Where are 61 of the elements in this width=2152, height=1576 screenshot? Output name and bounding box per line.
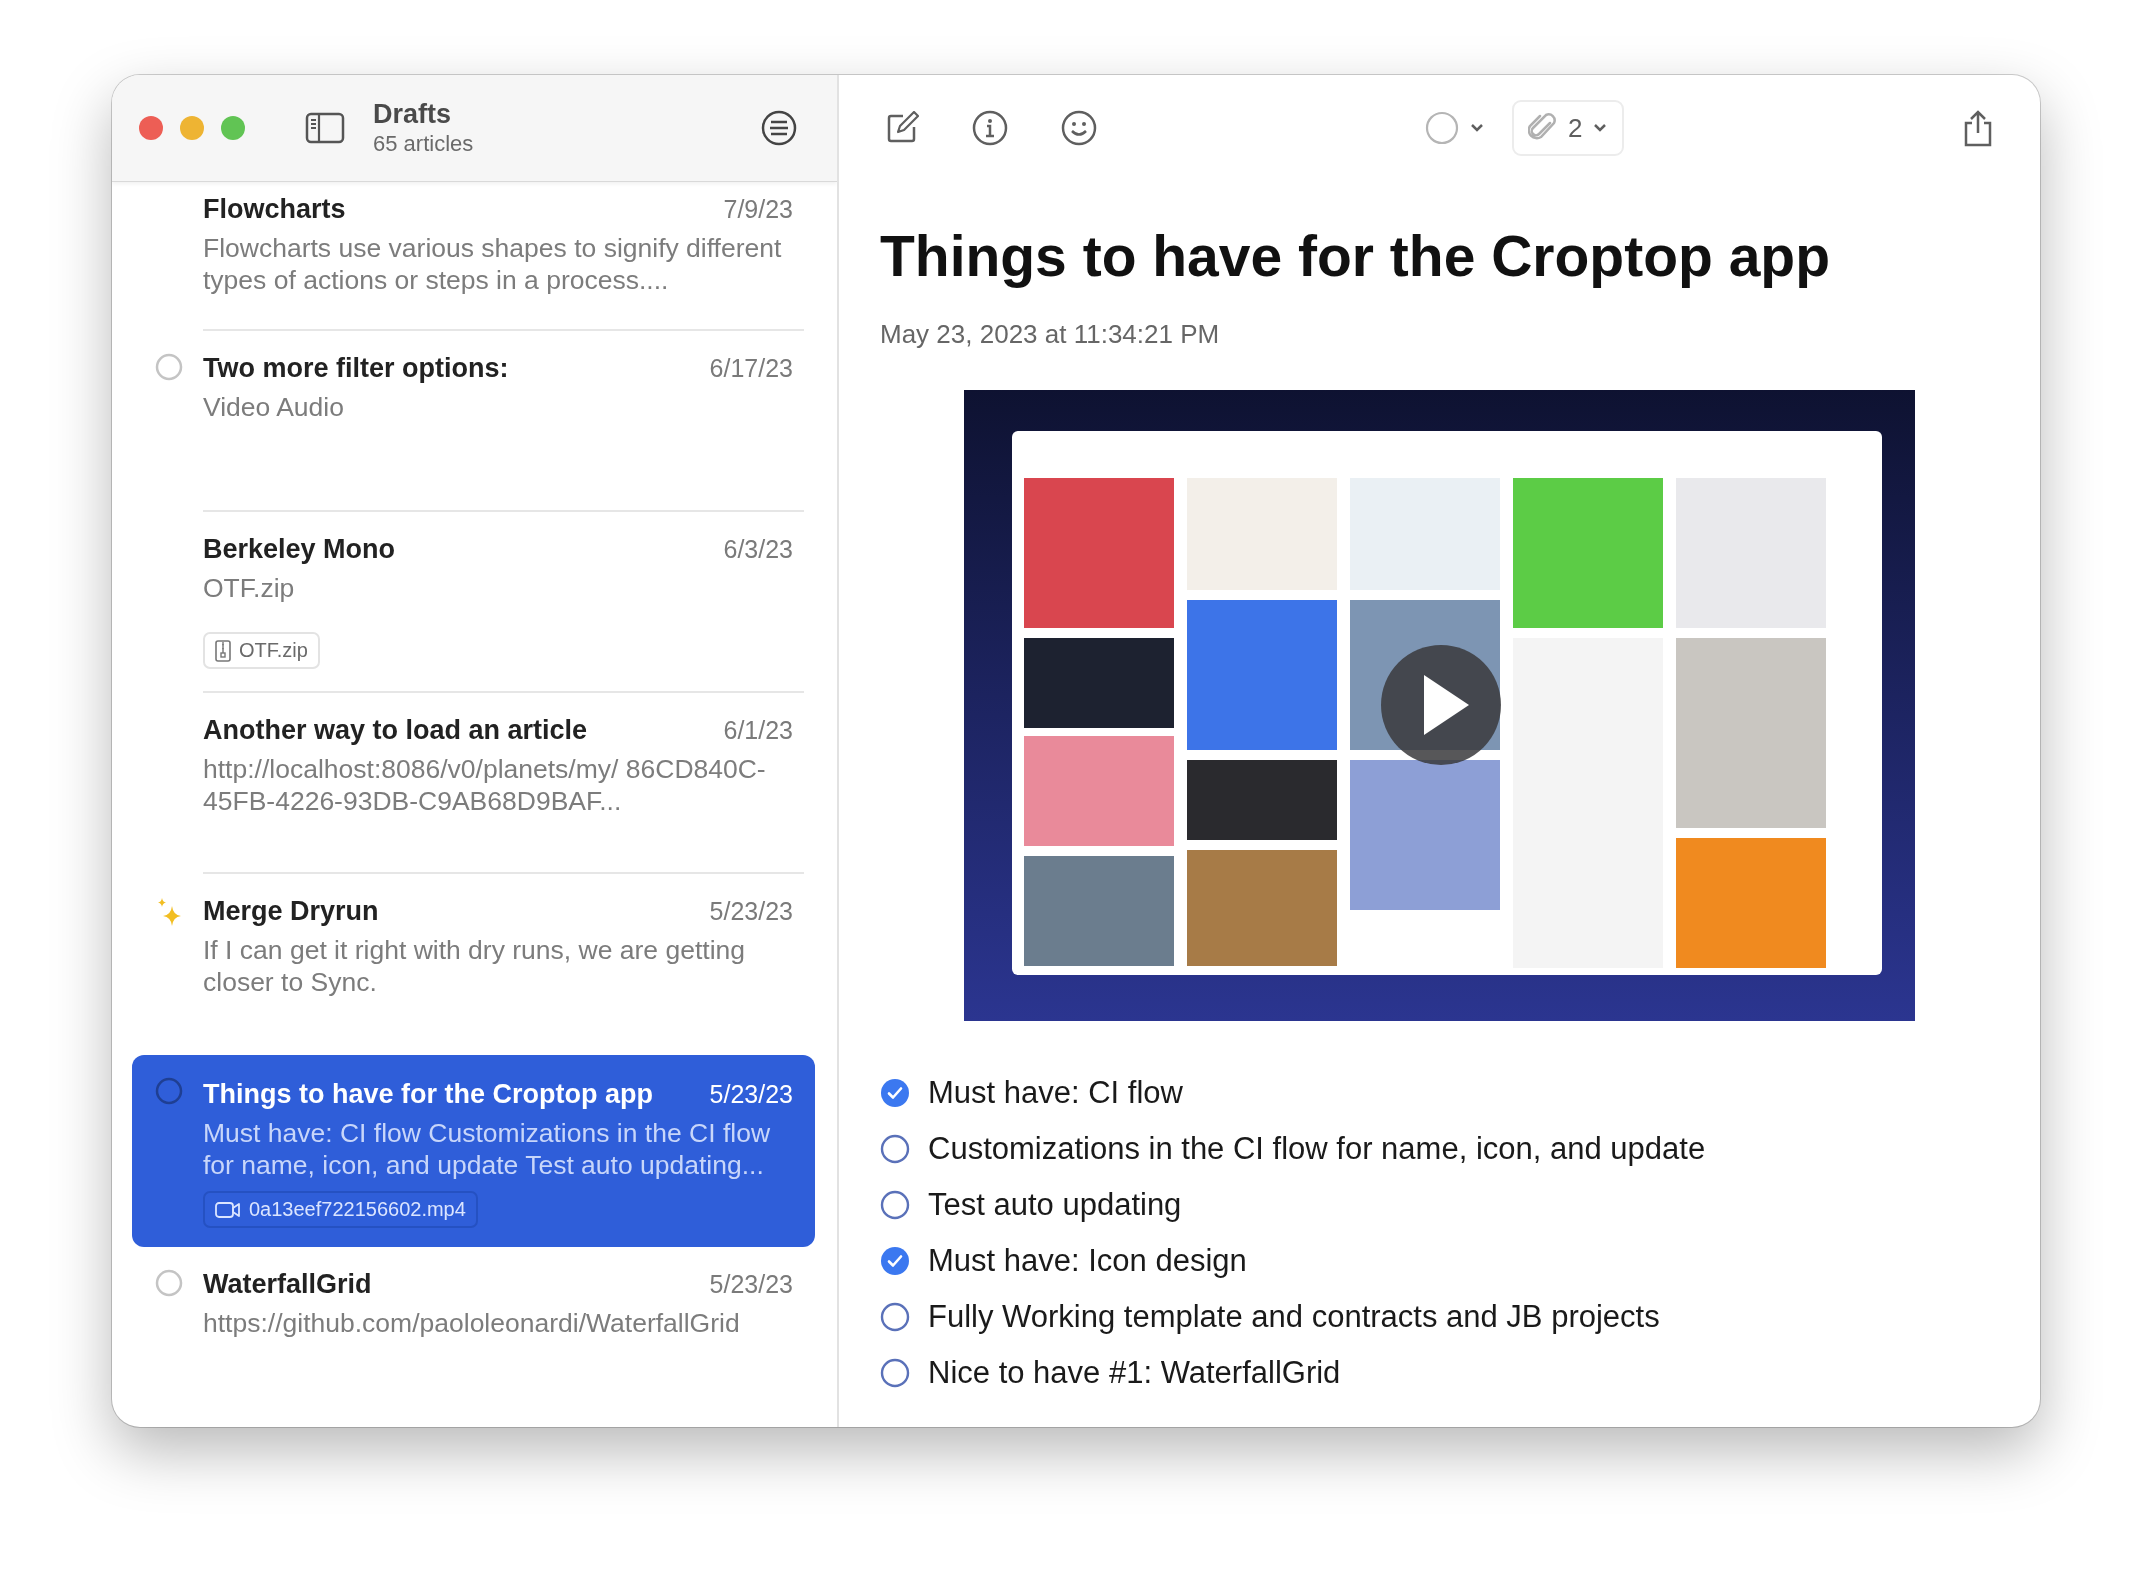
zip-file-icon bbox=[215, 639, 231, 662]
article-date: 5/23/23 bbox=[709, 1270, 793, 1299]
smiley-icon[interactable] bbox=[1061, 110, 1097, 146]
attachment-chip[interactable]: 0a13eef722156602.mp4 bbox=[203, 1191, 478, 1228]
article-heading: Things to have for the Croptop app bbox=[880, 223, 1831, 289]
checkbox[interactable] bbox=[880, 1190, 910, 1220]
checklist-item: Test auto updating bbox=[928, 1187, 1182, 1223]
checkbox[interactable] bbox=[880, 1358, 910, 1388]
article-title: WaterfallGrid bbox=[203, 1268, 372, 1301]
close-button[interactable] bbox=[139, 116, 163, 140]
chevron-down-icon bbox=[1469, 122, 1485, 134]
attachment-name: 0a13eef722156602.mp4 bbox=[249, 1198, 466, 1221]
checkbox[interactable] bbox=[880, 1078, 910, 1108]
article-title: Things to have for the Croptop app bbox=[203, 1078, 653, 1111]
checkbox[interactable] bbox=[880, 1246, 910, 1276]
checklist-item: Must have: Icon design bbox=[928, 1243, 1247, 1279]
article-date: 5/23/23 bbox=[709, 1080, 793, 1109]
attachment-name: OTF.zip bbox=[239, 639, 308, 662]
menu-icon[interactable] bbox=[761, 110, 797, 146]
article-preview: Flowcharts use various shapes to signify different types of actions or steps in a process.... bbox=[203, 232, 783, 296]
sidebar-title: Drafts bbox=[373, 98, 453, 130]
sidebar-toggle-icon[interactable] bbox=[305, 112, 345, 144]
article-title: Another way to load an article bbox=[203, 714, 588, 747]
checkbox[interactable] bbox=[880, 1302, 910, 1332]
article-date: 6/3/23 bbox=[723, 535, 793, 564]
chevron-down-icon bbox=[1592, 122, 1609, 134]
article-title: Berkeley Mono bbox=[203, 533, 396, 566]
attachment-chip[interactable]: OTF.zip bbox=[203, 632, 320, 669]
circle-icon bbox=[1425, 111, 1459, 145]
article-date: 6/17/23 bbox=[709, 354, 793, 383]
article-item[interactable]: Merge Dryrun 5/23/23 If I can get it right with dry runs, we are getting closer to Sync. bbox=[132, 874, 815, 1055]
article-title: Merge Dryrun bbox=[203, 895, 379, 928]
checklist-item: Nice to have #1: WaterfallGrid bbox=[928, 1355, 1341, 1391]
article-preview: https://github.com/paololeonardi/WaterfallGrid bbox=[203, 1307, 741, 1339]
article-count: 65 articles bbox=[373, 130, 475, 158]
checklist-item: Customizations in the CI flow for name, icon, and update bbox=[928, 1131, 1706, 1167]
article-item[interactable]: Two more filter options: 6/17/23 Video Audio bbox=[132, 331, 815, 512]
info-icon[interactable] bbox=[972, 110, 1008, 146]
article-preview: If I can get it right with dry runs, we are getting closer to Sync. bbox=[203, 934, 747, 998]
article-item[interactable]: Another way to load an article 6/1/23 http://localhost:8086/v0/planets/my/ 86CD840C-45FB-4226-93DB-C9AB68D9BAF... bbox=[132, 693, 815, 874]
article-item[interactable]: Flowcharts 7/9/23 Flowcharts use various shapes to signify different types of actions or steps in a process.... bbox=[132, 186, 815, 331]
article-timestamp: May 23, 2023 at 11:34:21 PM bbox=[880, 319, 1221, 350]
article-preview: Video Audio bbox=[203, 391, 345, 423]
checklist-item: Fully Working template and contracts and JB projects bbox=[928, 1299, 1660, 1335]
article-preview: Must have: CI flow Customizations in the CI flow for name, icon, and update Test auto updating... bbox=[203, 1117, 772, 1181]
article-title: Two more filter options: bbox=[203, 352, 509, 385]
checklist-item: Must have: CI flow bbox=[928, 1075, 1183, 1111]
share-icon[interactable] bbox=[1962, 109, 1994, 147]
article-item[interactable]: Berkeley Mono 6/3/23 OTF.zip OTF.zip bbox=[132, 512, 815, 693]
compose-icon[interactable] bbox=[885, 111, 919, 145]
article-item[interactable]: Things to have for the Croptop app 5/23/23 Must have: CI flow Customizations in the CI flow for name, icon, and update Test auto updating... 0a13eef722156602.mp4 bbox=[132, 1055, 815, 1247]
video-camera-icon bbox=[215, 1200, 241, 1219]
article-date: 6/1/23 bbox=[723, 716, 793, 745]
article-preview: http://localhost:8086/v0/planets/my/ 86CD840C-45FB-4226-93DB-C9AB68D9BAF... bbox=[203, 753, 767, 817]
article-item[interactable]: WaterfallGrid 5/23/23 https://github.com/paololeonardi/WaterfallGrid bbox=[132, 1247, 815, 1427]
attachments-button[interactable]: 2 bbox=[1512, 100, 1625, 156]
article-preview: OTF.zip bbox=[203, 572, 296, 604]
article-date: 5/23/23 bbox=[709, 897, 793, 926]
article-title: Flowcharts bbox=[203, 193, 346, 226]
article-date: 7/9/23 bbox=[723, 195, 793, 224]
checkbox[interactable] bbox=[880, 1134, 910, 1164]
